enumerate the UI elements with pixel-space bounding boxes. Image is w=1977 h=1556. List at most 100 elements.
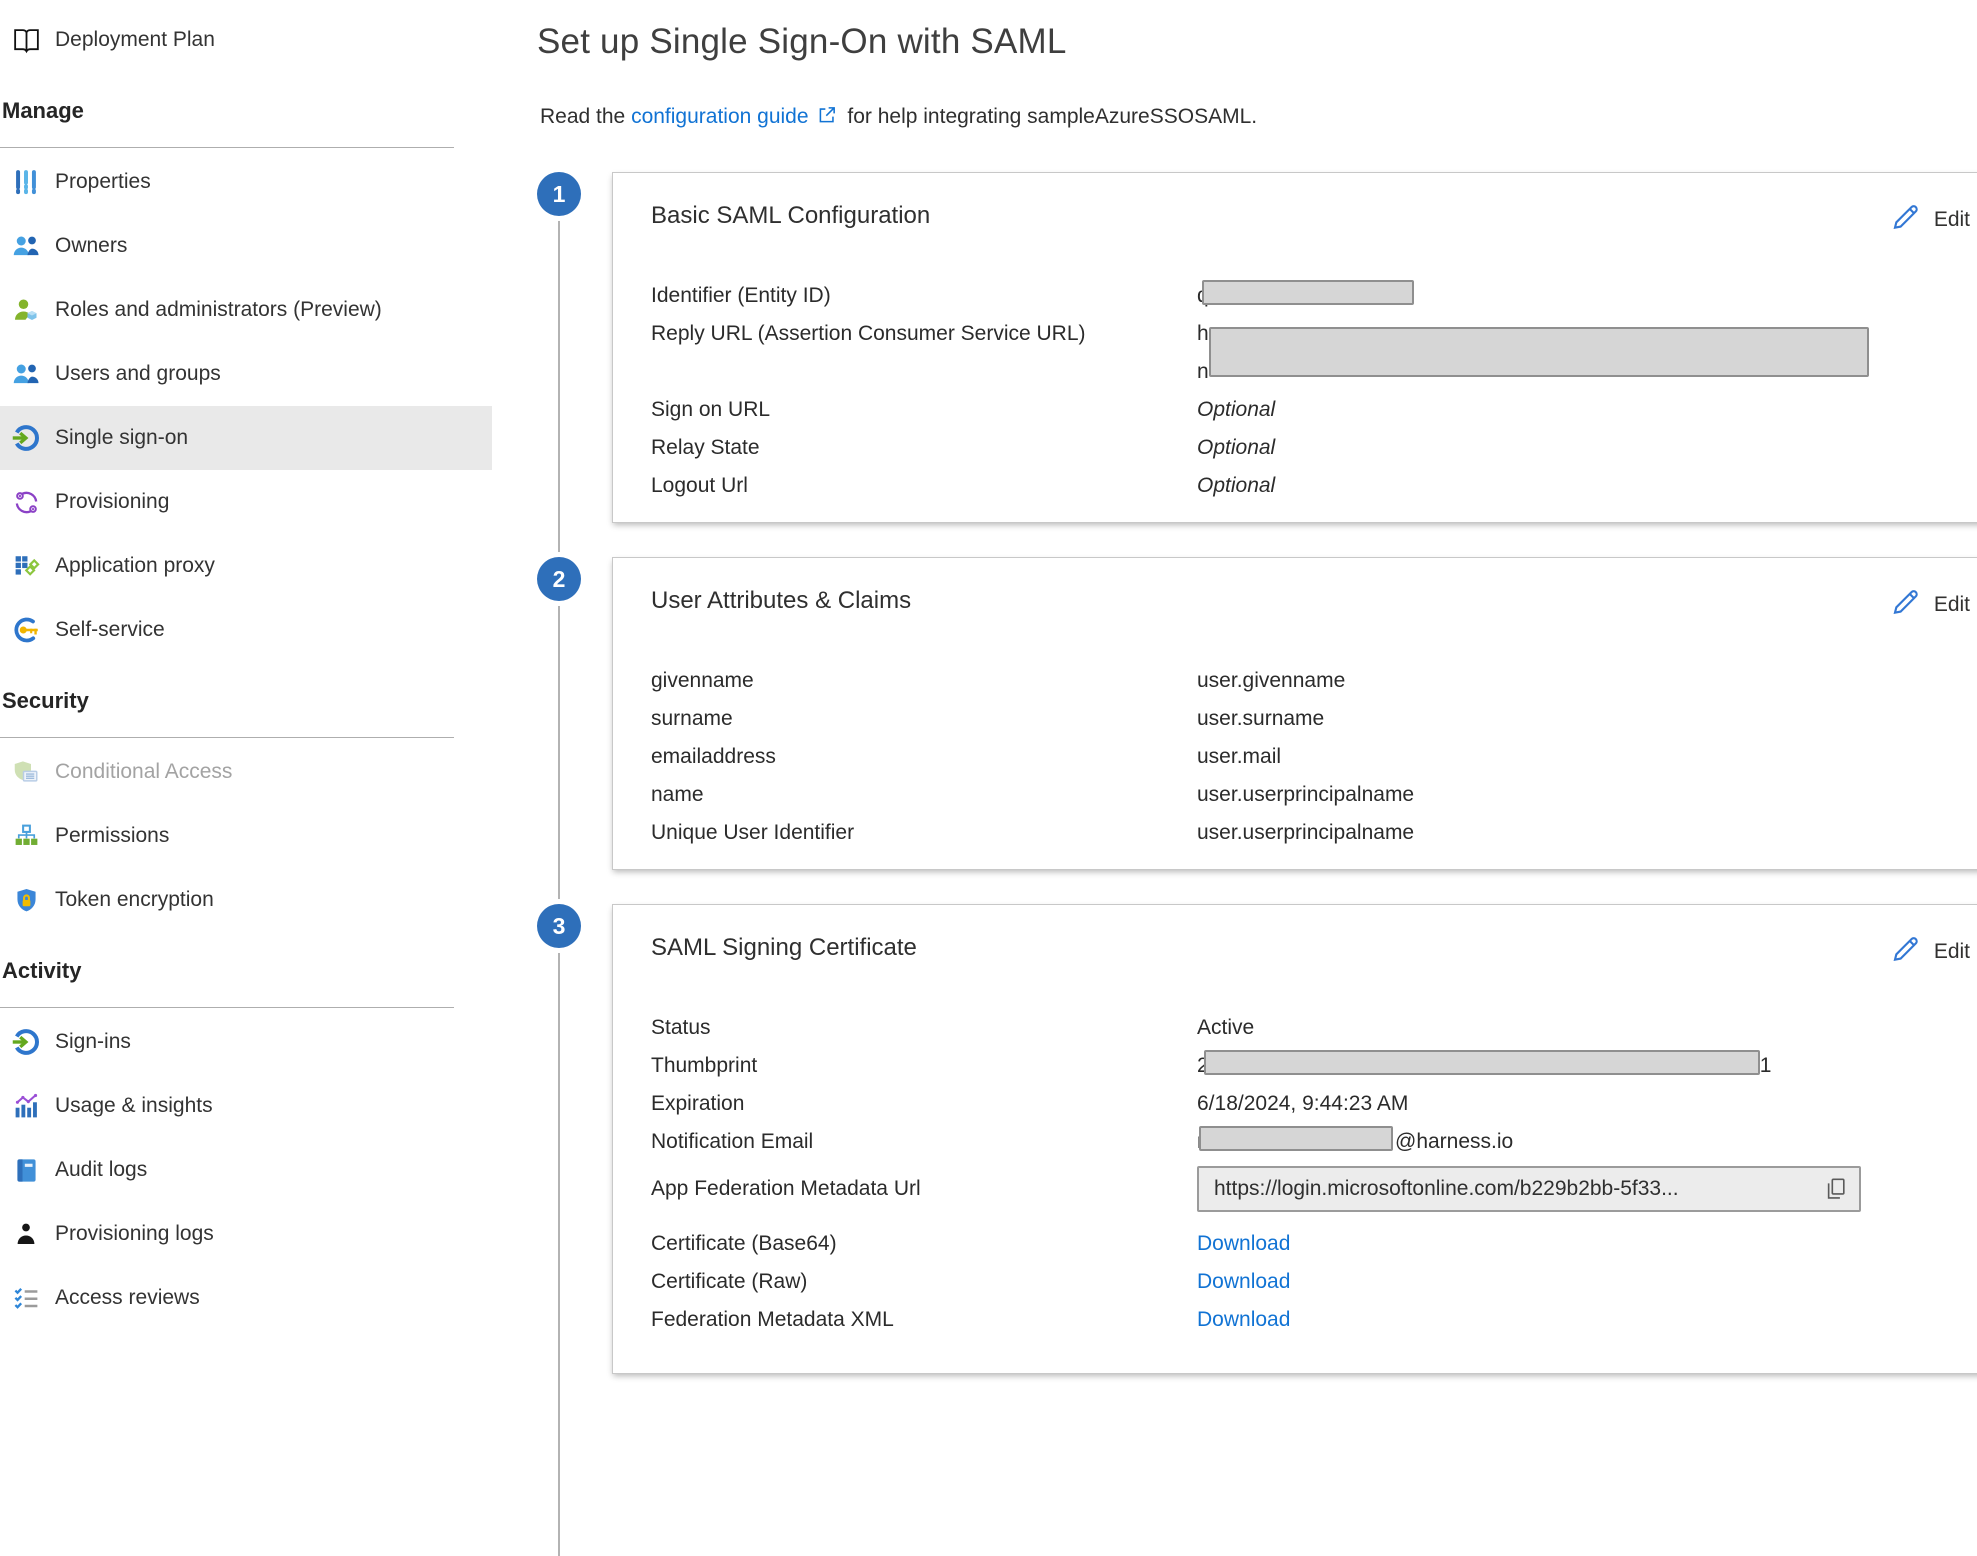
sidebar-item-label: Token encryption xyxy=(55,888,214,912)
page-title: Set up Single Sign-On with SAML xyxy=(537,22,1977,62)
download-certificate-base64-link[interactable]: Download xyxy=(1197,1232,1290,1255)
single-sign-on-icon xyxy=(10,422,42,454)
sidebar-item-label: Properties xyxy=(55,170,151,194)
sidebar-item-sign-ins[interactable]: Sign-ins xyxy=(0,1010,492,1074)
field-label: Identifier (Entity ID) xyxy=(651,277,1197,315)
claim-name: givenname xyxy=(651,662,1197,700)
sign-ins-icon xyxy=(10,1026,42,1058)
subtitle-suffix: for help integrating sampleAzureSSOSAML. xyxy=(842,105,1258,128)
sidebar-item-owners[interactable]: Owners xyxy=(0,214,492,278)
sidebar-item-roles-administrators[interactable]: Roles and administrators (Preview) xyxy=(0,278,492,342)
claim-row: givenname user.givenname xyxy=(651,662,1960,700)
self-service-icon xyxy=(10,614,42,646)
certificate-rows: Status Active Thumbprint 21 Expiration 6… xyxy=(651,1009,1960,1339)
field-label: Federation Metadata XML xyxy=(651,1301,1197,1339)
sidebar-item-deployment-plan[interactable]: Deployment Plan xyxy=(0,8,492,72)
sidebar-item-token-encryption[interactable]: Token encryption xyxy=(0,868,492,932)
notification-email-row: Notification Email r@harness.io xyxy=(651,1123,1960,1161)
step-3: 3 SAML Signing Certificate Edit Status A… xyxy=(537,904,1977,1374)
field-label: Expiration xyxy=(651,1085,1197,1123)
download-certificate-raw-link[interactable]: Download xyxy=(1197,1270,1290,1293)
edit-label: Edit xyxy=(1934,940,1970,964)
external-link-icon[interactable] xyxy=(816,108,838,131)
token-encryption-icon xyxy=(10,884,42,916)
field-label: Thumbprint xyxy=(651,1047,1197,1085)
identifier-value-redacted: q xyxy=(1197,277,1960,315)
sidebar-item-usage-insights[interactable]: Usage & insights xyxy=(0,1074,492,1138)
sidebar-item-label: Provisioning logs xyxy=(55,1222,214,1246)
reply-url-row: Reply URL (Assertion Consumer Service UR… xyxy=(651,315,1960,391)
step-2-badge: 2 xyxy=(537,557,581,601)
metadata-url-text: https://login.microsoftonline.com/b229b2… xyxy=(1214,1170,1815,1208)
card-title: User Attributes & Claims xyxy=(651,586,1960,616)
subtitle: Read the configuration guide for help in… xyxy=(540,104,1977,132)
logout-url-row: Logout Url Optional xyxy=(651,467,1960,505)
sidebar-item-access-reviews[interactable]: Access reviews xyxy=(0,1266,492,1330)
configuration-guide-link[interactable]: configuration guide xyxy=(631,105,808,128)
redacted-fragment: 1 xyxy=(1760,1054,1772,1077)
basic-saml-configuration-card: Basic SAML Configuration Edit Identifier… xyxy=(612,172,1977,523)
sidebar-item-label: Self-service xyxy=(55,618,165,642)
edit-user-attributes-button[interactable]: Edit xyxy=(1889,586,1970,624)
status-value: Active xyxy=(1197,1009,1960,1047)
copy-icon[interactable] xyxy=(1823,1176,1849,1202)
edit-basic-saml-button[interactable]: Edit xyxy=(1889,201,1970,239)
sidebar-item-conditional-access: Conditional Access xyxy=(0,740,492,804)
sidebar-item-properties[interactable]: Properties xyxy=(0,150,492,214)
field-label: App Federation Metadata Url xyxy=(651,1170,1197,1208)
basic-saml-rows: Identifier (Entity ID) q Reply URL (Asse… xyxy=(651,277,1960,505)
expiration-row: Expiration 6/18/2024, 9:44:23 AM xyxy=(651,1085,1960,1123)
owners-icon xyxy=(10,230,42,262)
sidebar-item-label: Usage & insights xyxy=(55,1094,213,1118)
sidebar-item-provisioning[interactable]: Provisioning xyxy=(0,470,492,534)
redaction-box xyxy=(1199,1126,1393,1151)
sidebar-item-self-service[interactable]: Self-service xyxy=(0,598,492,662)
field-label: Sign on URL xyxy=(651,391,1197,429)
sidebar-item-label: Owners xyxy=(55,234,127,258)
step-3-badge: 3 xyxy=(537,904,581,948)
sidebar-item-label: Roles and administrators (Preview) xyxy=(55,298,382,322)
roles-administrators-icon xyxy=(10,294,42,326)
field-label: Status xyxy=(651,1009,1197,1047)
sidebar-item-provisioning-logs[interactable]: Provisioning logs xyxy=(0,1202,492,1266)
claim-name: Unique User Identifier xyxy=(651,814,1197,852)
field-label: Certificate (Base64) xyxy=(651,1225,1197,1263)
edit-pencil-icon xyxy=(1889,201,1921,239)
sidebar-item-label: Provisioning xyxy=(55,490,169,514)
edit-signing-certificate-button[interactable]: Edit xyxy=(1889,933,1970,971)
claim-value: user.surname xyxy=(1197,700,1960,738)
claim-name: surname xyxy=(651,700,1197,738)
sidebar-item-single-sign-on[interactable]: Single sign-on xyxy=(0,406,492,470)
download-federation-metadata-xml-link[interactable]: Download xyxy=(1197,1308,1290,1331)
sidebar-item-users-groups[interactable]: Users and groups xyxy=(0,342,492,406)
claim-row: emailaddress user.mail xyxy=(651,738,1960,776)
card-title: SAML Signing Certificate xyxy=(651,933,1960,963)
certificate-base64-row: Certificate (Base64) Download xyxy=(651,1225,1960,1263)
field-label: Reply URL (Assertion Consumer Service UR… xyxy=(651,315,1197,391)
sso-setup-steps: 1 Basic SAML Configuration Edit Identifi… xyxy=(492,172,1977,1374)
app-federation-metadata-url-input[interactable]: https://login.microsoftonline.com/b229b2… xyxy=(1197,1166,1861,1212)
field-label: Certificate (Raw) xyxy=(651,1263,1197,1301)
sidebar-item-label: Deployment Plan xyxy=(55,28,215,52)
step-1: 1 Basic SAML Configuration Edit Identifi… xyxy=(537,172,1977,523)
claim-value: user.mail xyxy=(1197,738,1960,776)
sidebar-item-audit-logs[interactable]: Audit logs xyxy=(0,1138,492,1202)
redaction-box xyxy=(1204,1050,1760,1075)
sidebar-item-label: Audit logs xyxy=(55,1158,147,1182)
properties-icon xyxy=(10,166,42,198)
sidebar-section-manage: Manage xyxy=(0,72,454,148)
sidebar-item-permissions[interactable]: Permissions xyxy=(0,804,492,868)
edit-label: Edit xyxy=(1934,593,1970,617)
sidebar-item-application-proxy[interactable]: Application proxy xyxy=(0,534,492,598)
main-content: Set up Single Sign-On with SAML Read the… xyxy=(492,0,1977,1344)
edit-label: Edit xyxy=(1934,208,1970,232)
thumbprint-value-redacted: 21 xyxy=(1197,1047,1960,1085)
sidebar-item-label: Sign-ins xyxy=(55,1030,131,1054)
sidebar-item-label: Permissions xyxy=(55,824,169,848)
field-value: Optional xyxy=(1197,391,1960,429)
access-reviews-icon xyxy=(10,1282,42,1314)
user-attributes-claims-card: User Attributes & Claims Edit givenname … xyxy=(612,557,1977,870)
field-label: Logout Url xyxy=(651,467,1197,505)
claim-name: name xyxy=(651,776,1197,814)
status-row: Status Active xyxy=(651,1009,1960,1047)
